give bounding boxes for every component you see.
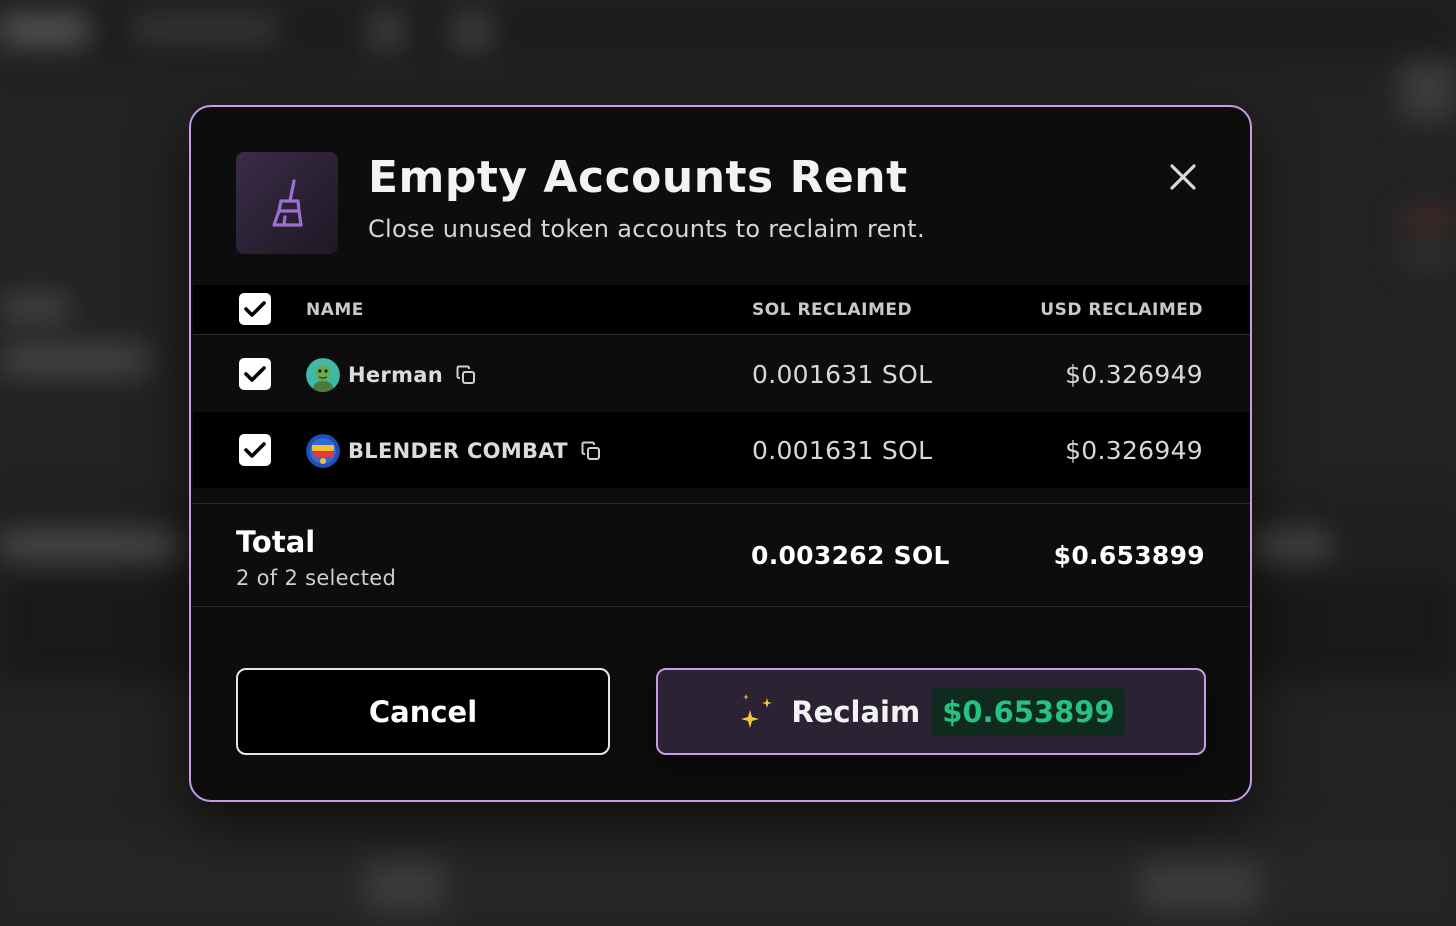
reclaim-button[interactable]: Reclaim $0.653899: [656, 668, 1206, 755]
empty-accounts-modal: Empty Accounts Rent Close unused token a…: [189, 105, 1252, 802]
checkmark-icon: [244, 366, 266, 382]
checkmark-icon: [244, 301, 266, 317]
row-checkbox[interactable]: [239, 358, 271, 390]
copy-icon[interactable]: [580, 440, 602, 462]
modal-subtitle: Close unused token accounts to reclaim r…: [368, 215, 925, 243]
token-name-cell: Herman: [306, 358, 477, 392]
divider: [193, 606, 1250, 607]
total-label: Total: [236, 525, 316, 559]
table-row[interactable]: Herman 0.001631 SOL $0.326949: [193, 336, 1250, 412]
token-name: BLENDER COMBAT: [348, 439, 568, 463]
column-header-usd[interactable]: USD RECLAIMED: [1040, 300, 1203, 320]
checkmark-icon: [244, 442, 266, 458]
close-button[interactable]: [1163, 157, 1203, 197]
sol-reclaimed-cell: 0.001631 SOL: [752, 436, 933, 465]
token-name-cell: BLENDER COMBAT: [306, 434, 602, 468]
copy-icon[interactable]: [455, 364, 477, 386]
table-header: NAME SOL RECLAIMED USD RECLAIMED: [193, 285, 1250, 335]
close-icon: [1170, 164, 1196, 190]
usd-reclaimed-cell: $0.326949: [1065, 436, 1203, 465]
selected-count: 2 of 2 selected: [236, 566, 397, 590]
select-all-checkbox[interactable]: [239, 293, 271, 325]
divider: [193, 503, 1250, 504]
total-usd: $0.653899: [1053, 541, 1205, 570]
modal-title: Empty Accounts Rent: [368, 152, 908, 203]
usd-reclaimed-cell: $0.326949: [1065, 360, 1203, 389]
token-avatar: [306, 358, 340, 392]
row-checkbox[interactable]: [239, 434, 271, 466]
total-sol: 0.003262 SOL: [751, 541, 950, 570]
table-row[interactable]: BLENDER COMBAT 0.001631 SOL $0.326949: [193, 412, 1250, 488]
reclaim-label: Reclaim: [791, 694, 921, 729]
broom-icon: [236, 152, 338, 254]
sparkles-icon: [741, 693, 773, 728]
sol-reclaimed-cell: 0.001631 SOL: [752, 360, 933, 389]
reclaim-amount-badge: $0.653899: [932, 687, 1125, 736]
token-name: Herman: [348, 363, 443, 387]
column-header-sol[interactable]: SOL RECLAIMED: [752, 300, 912, 320]
token-avatar: [306, 434, 340, 468]
cancel-button[interactable]: Cancel: [236, 668, 610, 755]
column-header-name[interactable]: NAME: [306, 300, 364, 320]
